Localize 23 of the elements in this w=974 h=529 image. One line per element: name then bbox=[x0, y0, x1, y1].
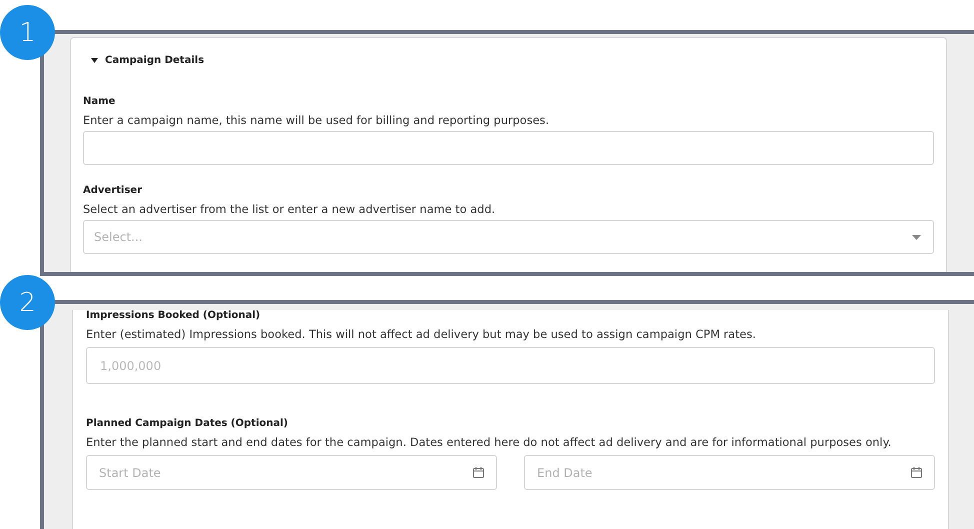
calendar-icon bbox=[473, 467, 484, 478]
caret-icon bbox=[912, 234, 921, 240]
date-field[interactable]: End Date bbox=[524, 455, 935, 490]
input-field[interactable] bbox=[83, 131, 934, 165]
section-title: Campaign Details bbox=[105, 55, 204, 66]
field-label: Advertiser bbox=[83, 185, 144, 198]
field-label: Planned Campaign Dates (Optional) bbox=[86, 418, 289, 431]
placeholder-text: End Date bbox=[537, 466, 592, 480]
help-text: Select an advertiser from the list or enter a new advertiser name to add. bbox=[83, 203, 496, 216]
caret-icon[interactable] bbox=[91, 58, 98, 63]
step-badge: 2 bbox=[0, 275, 55, 330]
help-text: Enter a campaign name, this name will be used for billing and reporting purposes. bbox=[83, 114, 550, 127]
calendar-icon bbox=[911, 467, 922, 478]
placeholder-text: Select... bbox=[94, 230, 142, 244]
help-text: Enter the planned start and end dates for the campaign. Dates entered here do not affect ad delivery and are for informational purposes only. bbox=[86, 436, 892, 449]
field-label: Name bbox=[83, 96, 116, 109]
select-field[interactable]: Select... bbox=[83, 220, 934, 254]
date-field[interactable]: Start Date bbox=[86, 455, 497, 490]
help-text: Enter (estimated) Impressions booked. This will not affect ad delivery but may be used to assign campaign CPM rates. bbox=[86, 328, 757, 341]
placeholder-text: Start Date bbox=[99, 466, 161, 480]
input-field[interactable]: 1,000,000 bbox=[86, 347, 935, 384]
field-label: Impressions Booked (Optional) bbox=[86, 310, 262, 323]
step-badge: 1 bbox=[0, 5, 55, 60]
